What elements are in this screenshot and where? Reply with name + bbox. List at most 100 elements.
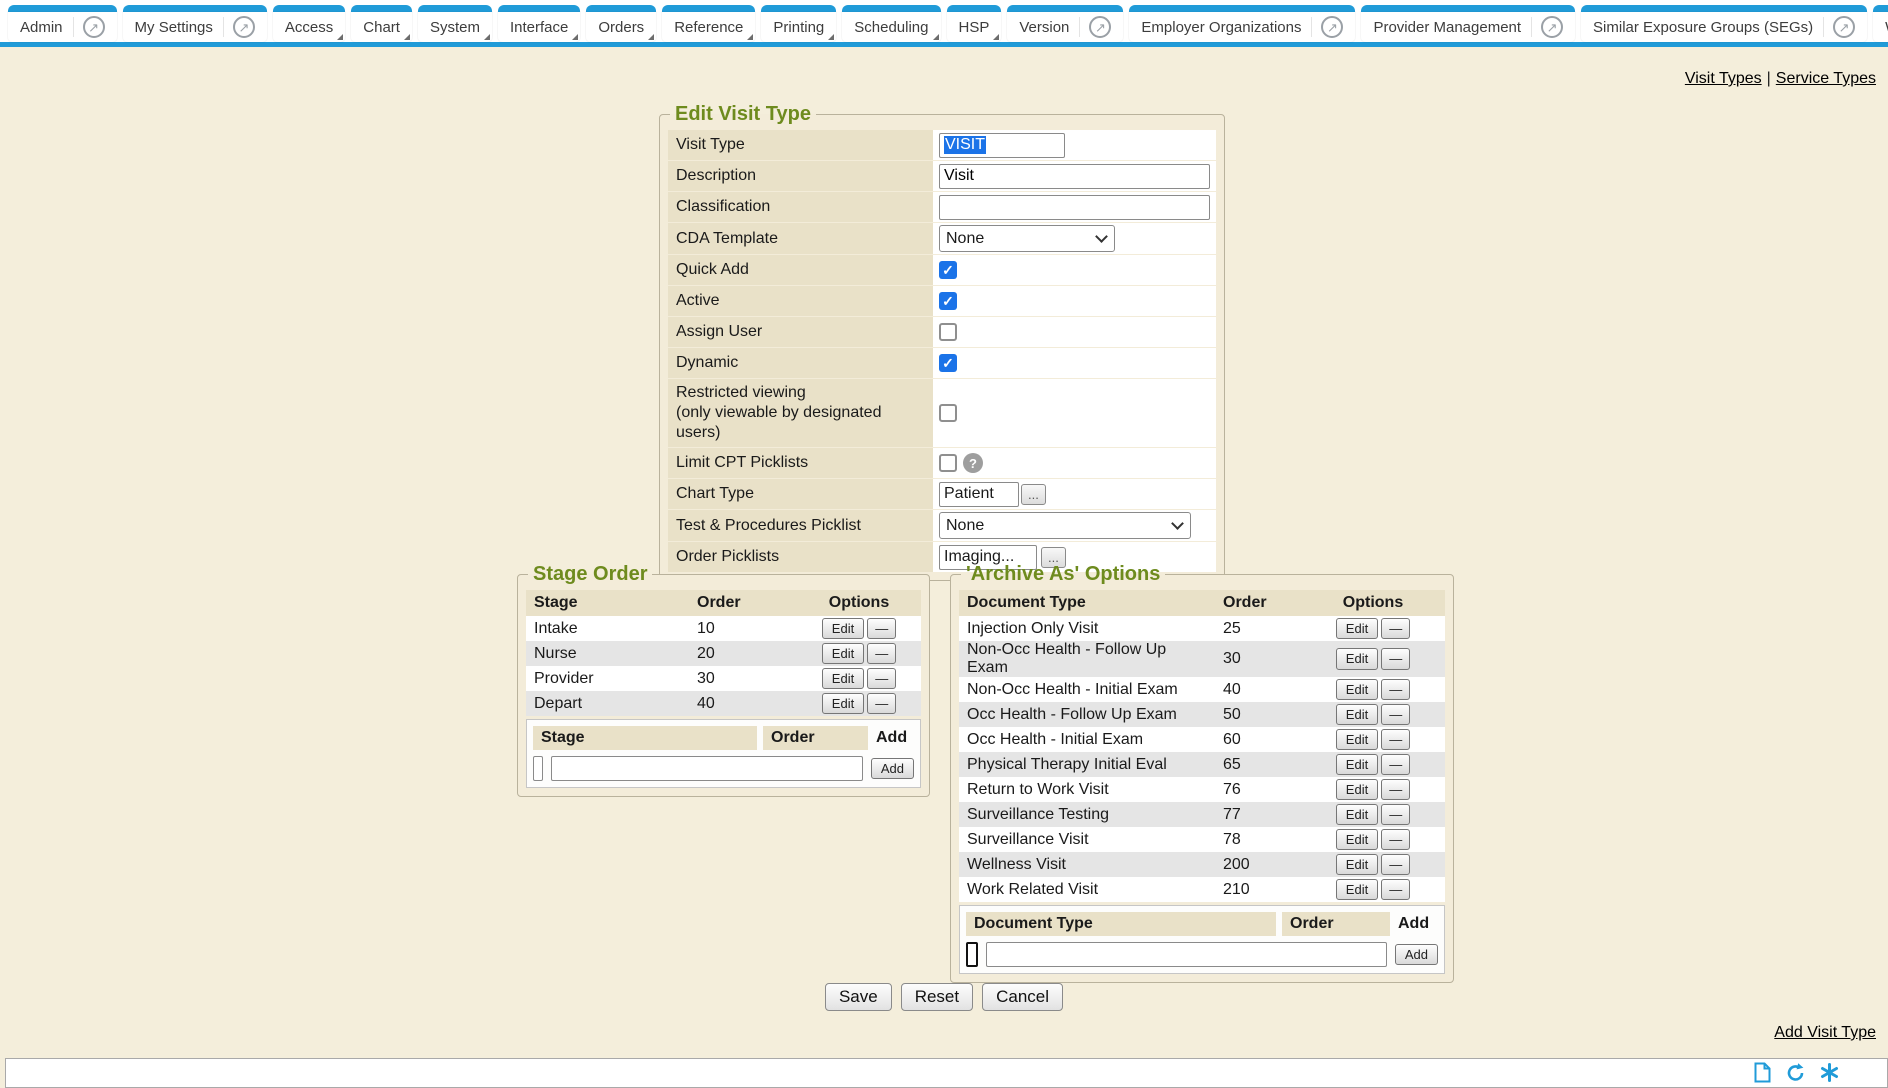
external-link-icon[interactable]: ↗ bbox=[233, 16, 255, 38]
order-cell: 25 bbox=[1215, 620, 1303, 638]
table-row: Intake 10 Edit— bbox=[526, 616, 921, 641]
tab-provider-management[interactable]: Provider Management ↗ bbox=[1361, 5, 1575, 42]
external-link-icon[interactable]: ↗ bbox=[1833, 16, 1855, 38]
external-link-icon[interactable]: ↗ bbox=[83, 16, 105, 38]
stage-table-header: Stage Order Options bbox=[526, 590, 921, 616]
tab-similar-exposure-groups[interactable]: Similar Exposure Groups (SEGs) ↗ bbox=[1581, 5, 1867, 42]
tab-accent-bar bbox=[8, 5, 117, 12]
tab-hsp[interactable]: HSP bbox=[947, 5, 1002, 42]
remove-button[interactable]: — bbox=[1381, 754, 1410, 776]
edit-button[interactable]: Edit bbox=[1336, 679, 1378, 701]
remove-button[interactable]: — bbox=[1381, 618, 1410, 640]
remove-button[interactable]: — bbox=[1381, 879, 1410, 901]
remove-button[interactable]: — bbox=[867, 618, 896, 640]
external-link-icon[interactable]: ↗ bbox=[1321, 16, 1343, 38]
service-types-link[interactable]: Service Types bbox=[1776, 70, 1876, 87]
remove-button[interactable]: — bbox=[1381, 804, 1410, 826]
tab-my-settings[interactable]: My Settings ↗ bbox=[123, 5, 267, 42]
save-button[interactable]: Save bbox=[825, 983, 892, 1011]
edit-button[interactable]: Edit bbox=[1336, 618, 1378, 640]
chart-type-browse-button[interactable]: ... bbox=[1021, 484, 1046, 505]
visit-types-link[interactable]: Visit Types bbox=[1685, 70, 1762, 87]
remove-button[interactable]: — bbox=[1381, 779, 1410, 801]
assign-user-checkbox[interactable] bbox=[939, 323, 957, 341]
tab-accent-bar bbox=[498, 5, 580, 12]
edit-button[interactable]: Edit bbox=[822, 693, 864, 715]
edit-button[interactable]: Edit bbox=[1336, 829, 1378, 851]
edit-button[interactable]: Edit bbox=[1336, 754, 1378, 776]
remove-button[interactable]: — bbox=[1381, 829, 1410, 851]
classification-input[interactable] bbox=[939, 195, 1210, 220]
asterisk-icon[interactable] bbox=[1820, 1063, 1839, 1087]
tab-separator bbox=[1823, 17, 1824, 37]
edit-button[interactable]: Edit bbox=[822, 618, 864, 640]
remove-button[interactable]: — bbox=[867, 643, 896, 665]
external-link-icon[interactable]: ↗ bbox=[1089, 16, 1111, 38]
quick-add-checkbox[interactable] bbox=[939, 261, 957, 279]
refresh-icon[interactable] bbox=[1785, 1062, 1806, 1088]
limit-cpt-checkbox[interactable] bbox=[939, 454, 957, 472]
test-procedures-select[interactable]: None bbox=[939, 512, 1191, 539]
edit-button[interactable]: Edit bbox=[1336, 648, 1378, 670]
field-label: Quick Add bbox=[668, 255, 933, 285]
remove-button[interactable]: — bbox=[867, 693, 896, 715]
description-row: Description bbox=[668, 161, 1216, 191]
add-stage-button[interactable]: Add bbox=[871, 758, 914, 780]
reset-button[interactable]: Reset bbox=[901, 983, 973, 1011]
edit-button[interactable]: Edit bbox=[1336, 729, 1378, 751]
tab-admin[interactable]: Admin ↗ bbox=[8, 5, 117, 42]
archive-table-body: Injection Only Visit 25 Edit— Non-Occ He… bbox=[959, 616, 1445, 902]
add-visit-type-link[interactable]: Add Visit Type bbox=[1774, 1024, 1876, 1041]
document-type-cell: Occ Health - Follow Up Exam bbox=[959, 706, 1215, 724]
column-header: Options bbox=[1303, 594, 1443, 612]
remove-button[interactable]: — bbox=[867, 668, 896, 690]
remove-button[interactable]: — bbox=[1381, 648, 1410, 670]
edit-button[interactable]: Edit bbox=[1336, 779, 1378, 801]
visit-type-input[interactable]: VISIT bbox=[939, 133, 1065, 158]
tab-label: Provider Management bbox=[1373, 19, 1521, 36]
tab-chart[interactable]: Chart bbox=[351, 5, 412, 42]
active-checkbox[interactable] bbox=[939, 292, 957, 310]
cancel-button[interactable]: Cancel bbox=[982, 983, 1063, 1011]
document-icon[interactable] bbox=[1754, 1062, 1771, 1088]
tab-reference[interactable]: Reference bbox=[662, 5, 755, 42]
add-document-type-button[interactable]: Add bbox=[1395, 944, 1438, 966]
tab-work-locations[interactable]: Work Locations ↗ bbox=[1873, 5, 1888, 42]
tab-printing[interactable]: Printing bbox=[761, 5, 836, 42]
remove-button[interactable]: — bbox=[1381, 729, 1410, 751]
new-stage-input[interactable] bbox=[533, 756, 543, 781]
edit-button[interactable]: Edit bbox=[822, 643, 864, 665]
restricted-viewing-checkbox[interactable] bbox=[939, 404, 957, 422]
remove-button[interactable]: — bbox=[1381, 854, 1410, 876]
edit-button[interactable]: Edit bbox=[822, 668, 864, 690]
external-link-icon[interactable]: ↗ bbox=[1541, 16, 1563, 38]
dropdown-corner-icon bbox=[993, 34, 999, 40]
table-row: Occ Health - Follow Up Exam 50 Edit— bbox=[959, 702, 1445, 727]
tab-interface[interactable]: Interface bbox=[498, 5, 580, 42]
tab-version[interactable]: Version ↗ bbox=[1007, 5, 1123, 42]
dropdown-corner-icon bbox=[484, 34, 490, 40]
help-icon[interactable]: ? bbox=[963, 453, 983, 473]
stage-cell: Intake bbox=[526, 620, 689, 638]
tab-orders[interactable]: Orders bbox=[586, 5, 656, 42]
new-document-order-input[interactable] bbox=[986, 942, 1387, 967]
tab-system[interactable]: System bbox=[418, 5, 492, 42]
cda-template-select[interactable]: None bbox=[939, 225, 1115, 252]
tab-employer-organizations[interactable]: Employer Organizations ↗ bbox=[1129, 5, 1355, 42]
dynamic-checkbox[interactable] bbox=[939, 354, 957, 372]
table-row: Work Related Visit 210 Edit— bbox=[959, 877, 1445, 902]
document-type-cell: Occ Health - Initial Exam bbox=[959, 731, 1215, 749]
edit-button[interactable]: Edit bbox=[1336, 704, 1378, 726]
description-input[interactable] bbox=[939, 164, 1210, 189]
tab-access[interactable]: Access bbox=[273, 5, 345, 42]
edit-button[interactable]: Edit bbox=[1336, 854, 1378, 876]
tab-scheduling[interactable]: Scheduling bbox=[842, 5, 940, 42]
remove-button[interactable]: — bbox=[1381, 679, 1410, 701]
new-document-type-input[interactable] bbox=[966, 942, 978, 967]
edit-button[interactable]: Edit bbox=[1336, 879, 1378, 901]
chart-type-input[interactable]: Patient bbox=[939, 482, 1019, 507]
edit-button[interactable]: Edit bbox=[1336, 804, 1378, 826]
archive-as-options-legend: 'Archive As' Options bbox=[961, 563, 1165, 586]
remove-button[interactable]: — bbox=[1381, 704, 1410, 726]
new-stage-order-input[interactable] bbox=[551, 756, 863, 781]
